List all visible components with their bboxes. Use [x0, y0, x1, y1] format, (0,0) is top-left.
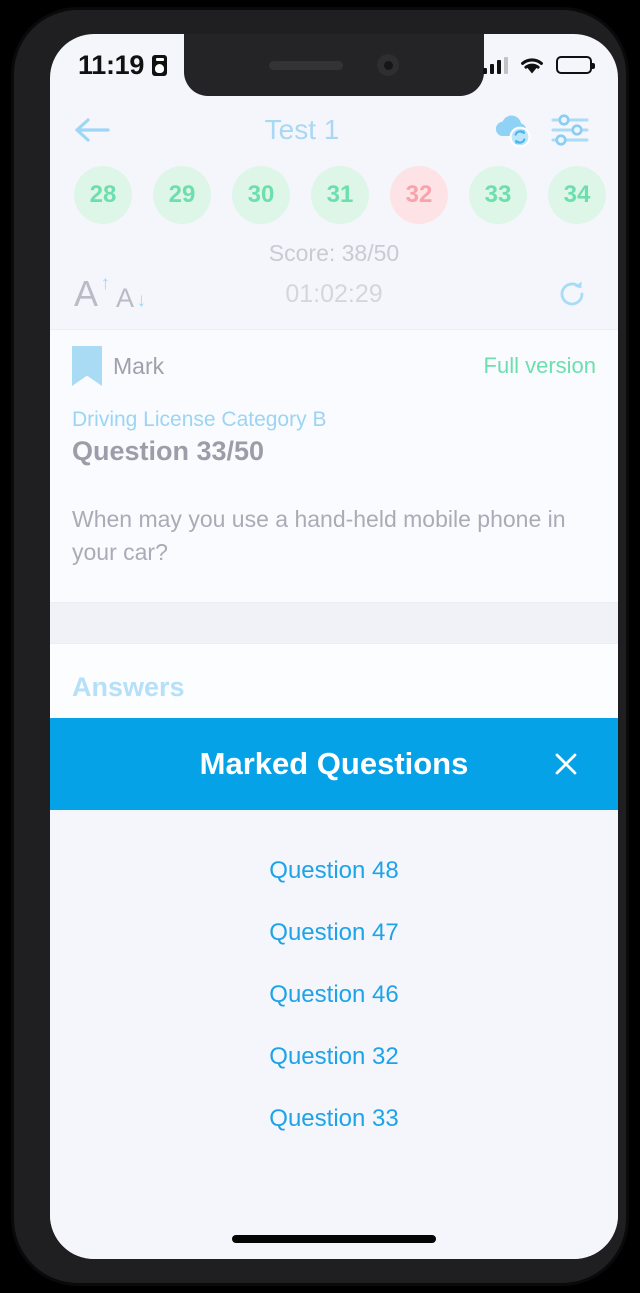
close-icon	[555, 753, 577, 775]
modal-header: Marked Questions	[50, 718, 618, 810]
cloud-sync-icon	[495, 115, 531, 148]
list-item[interactable]: Question 46	[50, 964, 618, 1026]
mark-row: Mark Full version	[50, 330, 618, 396]
question-number-strip[interactable]: 28 29 30 31 32 33 34	[50, 162, 618, 230]
font-size-controls: A ↑ A ↓	[74, 273, 146, 314]
list-item[interactable]: Question 47	[50, 902, 618, 964]
arrow-up-icon: ↑	[100, 273, 111, 294]
refresh-icon	[560, 281, 584, 306]
question-card: Mark Full version Driving License Catego…	[50, 329, 618, 603]
status-bar-left: 11:19	[78, 49, 168, 81]
status-time: 11:19	[78, 49, 145, 80]
bookmark-icon[interactable]	[72, 346, 102, 386]
back-arrow-icon	[75, 118, 110, 142]
font-increase-button[interactable]: A ↑	[74, 273, 110, 314]
timer-label: 01:02:29	[285, 279, 383, 308]
wifi-icon	[521, 57, 543, 73]
sliders-settings-icon	[551, 114, 589, 146]
app-header: Test 1	[50, 96, 618, 162]
status-bar: 11:19	[50, 34, 618, 96]
list-item[interactable]: Question 32	[50, 1026, 618, 1088]
question-pill[interactable]: 31	[311, 166, 369, 224]
font-increase-label: A	[74, 273, 99, 314]
home-indicator[interactable]	[232, 1235, 436, 1243]
list-item[interactable]: Question 33	[50, 1088, 618, 1150]
cellular-signal-icon	[482, 56, 508, 74]
question-pill[interactable]: 32	[390, 166, 448, 224]
battery-icon	[556, 56, 595, 74]
question-pill[interactable]: 29	[153, 166, 211, 224]
answers-heading: Answers	[72, 672, 185, 703]
back-button[interactable]	[72, 110, 118, 150]
question-pill[interactable]: 34	[548, 166, 606, 224]
question-pill[interactable]: 33	[469, 166, 527, 224]
question-pill[interactable]: 30	[232, 166, 290, 224]
list-item[interactable]: Question 48	[50, 840, 618, 902]
page-title: Test 1	[264, 114, 340, 145]
score-label: Score: 38/50	[268, 240, 400, 266]
mark-label: Mark	[113, 352, 165, 379]
full-version-link[interactable]: Full version	[484, 353, 596, 379]
close-button[interactable]	[544, 742, 588, 786]
settings-button[interactable]	[544, 108, 596, 152]
question-pill[interactable]: 28	[74, 166, 132, 224]
id-badge-icon	[152, 54, 168, 76]
cloud-sync-button[interactable]	[486, 108, 538, 152]
marked-questions-list: Question 48 Question 47 Question 46 Ques…	[50, 810, 618, 1259]
phone-frame: 11:19 Test 1 28 29 30 31 32 33 34 Score:…	[14, 10, 626, 1283]
marked-questions-modal: Marked Questions Question 48 Question 47…	[50, 718, 618, 1259]
question-number-label: Question 33/50	[72, 436, 265, 466]
category-label: Driving License Category B	[72, 408, 327, 431]
modal-title: Marked Questions	[199, 746, 469, 781]
font-decrease-label: A	[116, 283, 135, 313]
phone-screen: 11:19 Test 1 28 29 30 31 32 33 34 Score:…	[50, 34, 618, 1259]
status-bar-right	[482, 56, 595, 75]
arrow-down-icon: ↓	[136, 290, 147, 311]
tools-row: A ↑ A ↓ 01:02:29	[50, 271, 618, 329]
section-divider	[50, 602, 618, 645]
answers-section: Answers	[50, 644, 618, 724]
font-decrease-button[interactable]: A ↓	[116, 283, 146, 313]
reload-button[interactable]	[550, 272, 594, 316]
question-text: When may you use a hand-held mobile phon…	[72, 506, 566, 565]
